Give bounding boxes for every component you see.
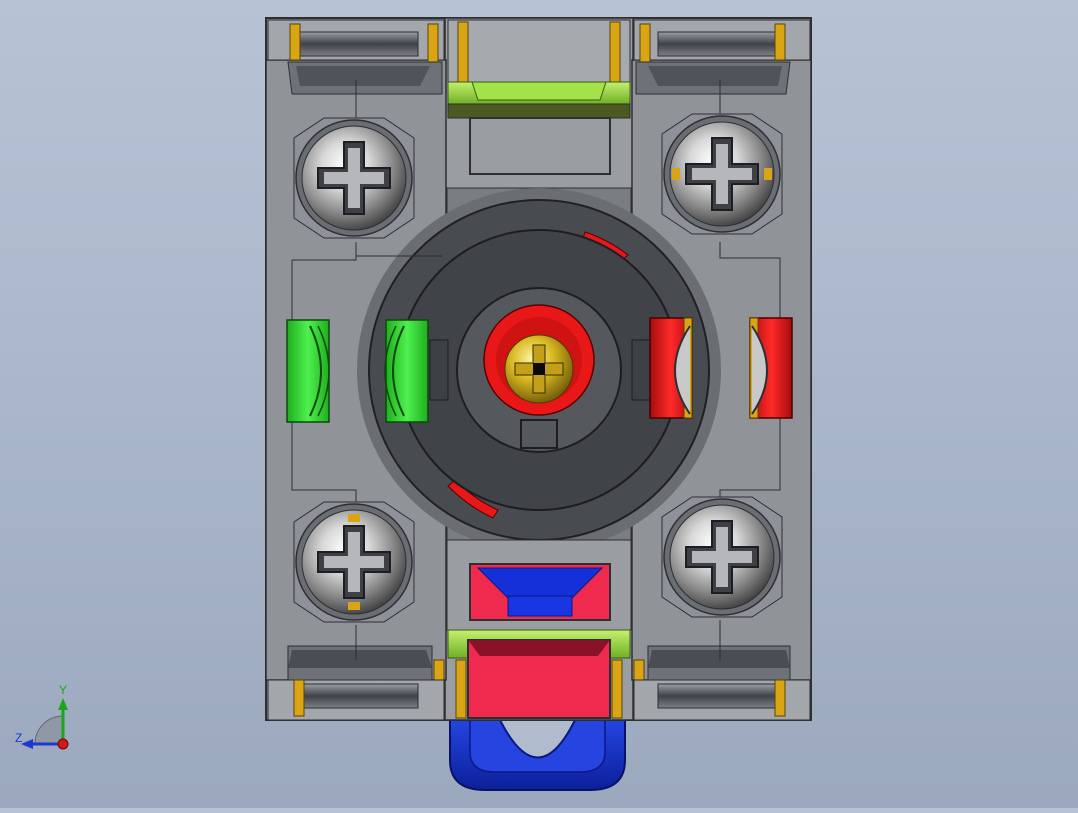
phillips-screw-icon — [661, 113, 783, 235]
phillips-screw-icon — [661, 496, 783, 618]
x-axis-dot — [57, 738, 69, 750]
y-axis-label: Y — [59, 683, 67, 697]
z-axis-label: Z — [15, 731, 22, 745]
axis-triad: Y Z — [15, 683, 69, 750]
phillips-screw-icon — [293, 117, 415, 239]
cad-model: Y Z — [15, 17, 812, 791]
bottom-actuator — [433, 539, 645, 719]
cad-viewport[interactable]: Y Z — [0, 0, 1078, 808]
phillips-screw-icon — [293, 501, 415, 623]
